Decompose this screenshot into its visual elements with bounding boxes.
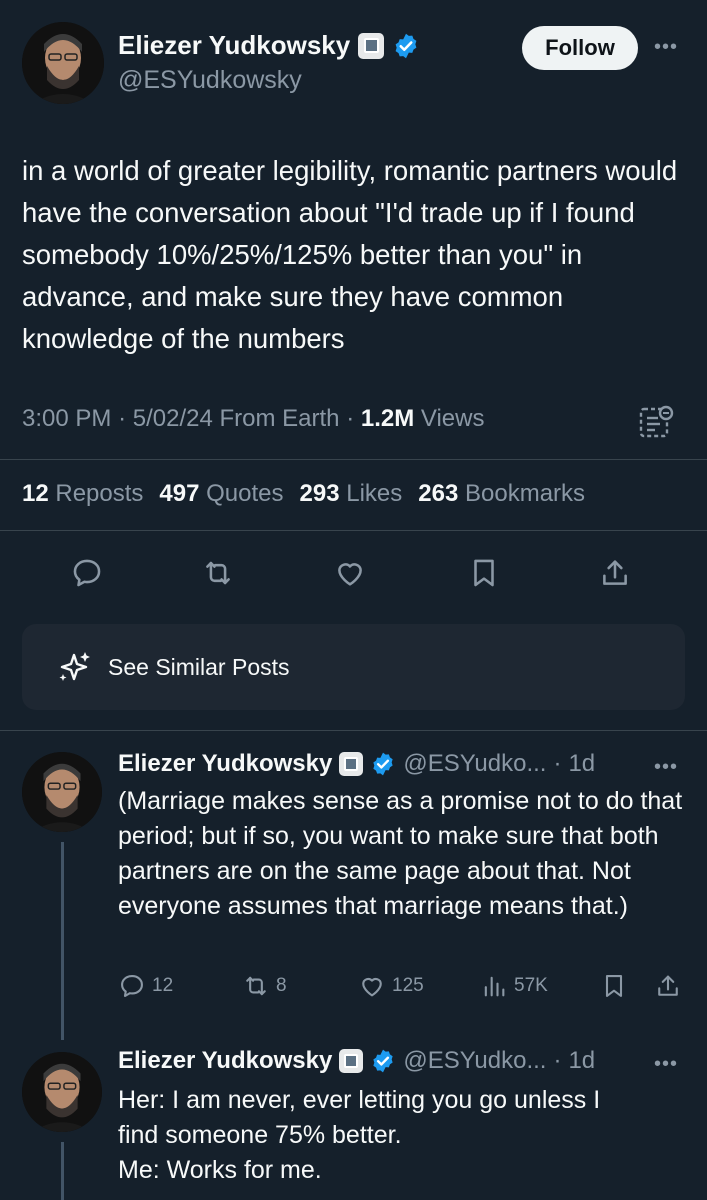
reply-author-name[interactable]: Eliezer Yudkowsky (118, 1047, 332, 1075)
reply-time[interactable]: 1d (568, 750, 595, 778)
views-count: 1.2M (360, 405, 415, 432)
likes-stat[interactable]: 293 Likes (300, 480, 403, 508)
avatar-portrait-icon (22, 1052, 102, 1132)
reply-text: Her: I am never, ever letting you go unl… (118, 1086, 601, 1184)
reply-text: (Marriage makes sense as a promise not t… (118, 787, 683, 920)
views-chart-icon (484, 976, 505, 997)
more-options-icon[interactable]: ••• (654, 1053, 678, 1076)
avatar-portrait-icon (22, 22, 104, 104)
reply-likes-count: 125 (392, 975, 424, 996)
quotes-count: 497 (159, 480, 200, 507)
reposts-stat[interactable]: 12 Reposts (22, 480, 143, 508)
tweet-location: From Earth (219, 405, 340, 432)
divider (0, 459, 707, 460)
divider (0, 530, 707, 531)
reply-handle[interactable]: @ESYudko... (403, 750, 546, 778)
reply-icon (121, 975, 143, 997)
more-options-icon[interactable]: ••• (654, 756, 678, 779)
see-similar-posts-button[interactable]: See Similar Posts (22, 624, 685, 710)
avatar-portrait-icon (22, 752, 102, 832)
likes-count: 293 (299, 480, 340, 507)
tweet-date[interactable]: 5/02/24 (133, 405, 213, 432)
author-handle[interactable]: @ESYudkowsky (118, 66, 302, 95)
affiliation-badge-icon[interactable] (339, 1049, 364, 1073)
author-name[interactable]: Eliezer Yudkowsky (118, 30, 350, 61)
verified-badge-icon[interactable] (392, 32, 420, 60)
reply-reposts-count: 8 (276, 975, 287, 996)
reply-reply-button[interactable]: 12 (118, 972, 173, 1000)
divider (0, 730, 707, 731)
affiliation-badge-icon[interactable] (358, 32, 385, 59)
share-icon (658, 975, 678, 996)
grok-analysis-icon[interactable] (638, 404, 674, 440)
reply-replies-count: 12 (152, 975, 174, 996)
reply-author-name[interactable]: Eliezer Yudkowsky (118, 750, 332, 778)
reply-icon[interactable] (70, 556, 104, 590)
reply-views-button[interactable]: 57K (480, 972, 548, 1000)
bookmarks-count: 263 (418, 480, 459, 507)
follow-button[interactable]: Follow (522, 26, 638, 70)
reply-author-avatar[interactable] (22, 1052, 102, 1132)
bookmark-icon (605, 975, 623, 997)
reply-share-button[interactable] (654, 972, 682, 1000)
reposts-label: Reposts (55, 480, 144, 507)
tweet-time[interactable]: 3:00 PM (22, 405, 111, 432)
bookmarks-label: Bookmarks (465, 480, 586, 507)
reply-header: Eliezer Yudkowsky @ESYudko... · 1d (118, 1047, 595, 1075)
thread-connector-line (61, 1142, 64, 1200)
repost-icon (246, 976, 266, 996)
sparkle-icon (59, 652, 90, 681)
quotes-stat[interactable]: 497 Quotes (159, 480, 283, 508)
repost-icon[interactable] (201, 556, 235, 590)
reply-time[interactable]: 1d (568, 1047, 595, 1075)
reply-author-avatar[interactable] (22, 752, 102, 832)
bookmarks-stat[interactable]: 263 Bookmarks (418, 480, 585, 508)
like-icon (362, 977, 382, 997)
tweet-meta: 3:00 PM · 5/02/24 From Earth · 1.2M View… (22, 405, 484, 433)
meta-separator: · (118, 405, 127, 432)
views-label: Views (420, 405, 485, 432)
bookmark-icon[interactable] (467, 556, 501, 590)
verified-badge-icon[interactable] (370, 1048, 396, 1074)
engagement-stats: 12 Reposts 497 Quotes 293 Likes 263 Book… (22, 480, 585, 508)
reply-separator: · (553, 1047, 562, 1074)
reply-repost-button[interactable]: 8 (242, 972, 287, 1000)
reply-action-bar: 12 8 125 57K (118, 972, 688, 1006)
likes-label: Likes (346, 480, 403, 507)
see-similar-posts-label: See Similar Posts (108, 653, 290, 680)
reply-separator: · (553, 750, 562, 777)
author-name-row: Eliezer Yudkowsky (118, 30, 420, 61)
more-options-icon[interactable]: ••• (654, 36, 678, 59)
quotes-label: Quotes (206, 480, 284, 507)
reposts-count: 12 (22, 480, 49, 507)
reply-handle[interactable]: @ESYudko... (403, 1047, 546, 1075)
thread-connector-line (61, 842, 64, 1040)
reply-views-count: 57K (514, 975, 548, 996)
reply-bookmark-button[interactable] (600, 972, 628, 1000)
like-icon[interactable] (333, 556, 367, 590)
meta-separator: · (346, 405, 355, 432)
verified-badge-icon[interactable] (370, 751, 396, 777)
reply-like-button[interactable]: 125 (358, 972, 424, 1000)
share-icon[interactable] (598, 556, 632, 590)
reply-header: Eliezer Yudkowsky @ESYudko... · 1d (118, 750, 595, 778)
author-avatar[interactable] (22, 22, 104, 104)
affiliation-badge-icon[interactable] (339, 752, 364, 776)
tweet-text: in a world of greater legibility, romant… (22, 155, 678, 354)
